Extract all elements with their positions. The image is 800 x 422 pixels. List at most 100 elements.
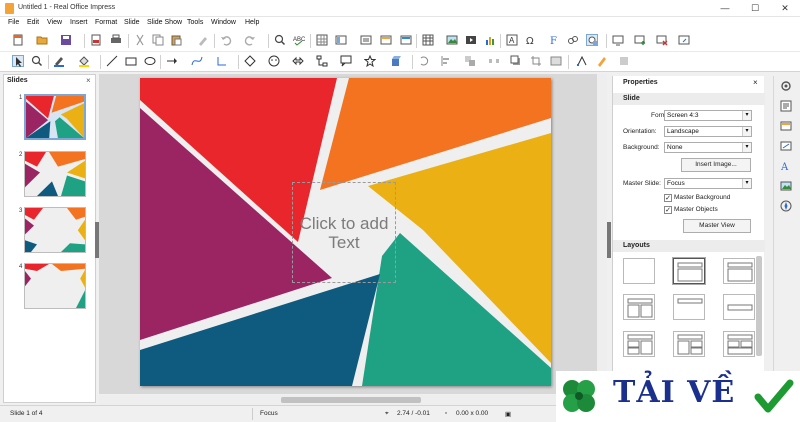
maximize-button[interactable]: ☐ — [740, 0, 770, 17]
menu-slide[interactable]: Slide — [124, 19, 140, 26]
layout-title-only-box[interactable] — [723, 258, 755, 284]
format-select[interactable]: Screen 4:3 ▾ — [664, 110, 752, 121]
menu-view[interactable]: View — [47, 19, 62, 26]
glue-points-icon[interactable] — [596, 55, 608, 67]
document-modified-icon[interactable]: ▣ — [505, 410, 511, 418]
display-views-icon[interactable] — [335, 34, 347, 46]
callouts-icon[interactable] — [340, 55, 352, 67]
sidebar-animation-icon[interactable]: A — [780, 160, 792, 173]
menu-window[interactable]: Window — [211, 19, 236, 26]
select-arrow-icon[interactable] — [12, 55, 24, 67]
copy-icon[interactable] — [152, 34, 164, 46]
current-slide[interactable]: Click to add Text — [140, 78, 551, 386]
3d-objects-icon[interactable] — [390, 55, 402, 67]
line-color-icon[interactable] — [53, 55, 65, 67]
master-view-button[interactable]: Master View — [683, 219, 751, 233]
grid-icon[interactable] — [316, 34, 328, 46]
background-select[interactable]: None ▾ — [664, 142, 752, 153]
connector-icon[interactable] — [216, 55, 228, 67]
properties-scrollbar[interactable] — [756, 256, 762, 356]
layout-two-content[interactable] — [623, 294, 655, 320]
toggle-extrusion-icon[interactable] — [618, 55, 630, 67]
sidebar-slide-transition-icon[interactable] — [780, 140, 792, 152]
sidebar-navigator-icon[interactable] — [780, 200, 792, 212]
rectangle-tool-icon[interactable] — [125, 55, 137, 67]
sidebar-properties-icon[interactable] — [780, 100, 792, 112]
text-placeholder[interactable]: Click to add Text — [292, 182, 396, 283]
flowchart-icon[interactable] — [316, 55, 328, 67]
new-document-icon[interactable] — [12, 34, 24, 46]
menu-tools[interactable]: Tools — [187, 19, 203, 26]
save-icon[interactable] — [60, 34, 72, 46]
slide-layout-icon[interactable] — [678, 34, 690, 46]
new-slide-icon[interactable] — [634, 34, 646, 46]
orientation-select[interactable]: Landscape ▾ — [664, 126, 752, 137]
clone-formatting-icon[interactable] — [197, 34, 209, 46]
layout-title-content[interactable] — [673, 258, 705, 284]
table-icon[interactable] — [422, 34, 434, 46]
master-objects-checkbox[interactable]: ✓ — [664, 206, 672, 214]
slides-pane-close-icon[interactable]: × — [86, 76, 91, 85]
arrow-line-icon[interactable] — [166, 55, 178, 67]
vertical-scrollbar[interactable] — [597, 74, 607, 394]
arrange-icon[interactable] — [464, 55, 476, 67]
slide-thumbnail-3[interactable] — [24, 207, 86, 253]
menu-help[interactable]: Help — [245, 19, 259, 26]
stars-icon[interactable] — [364, 55, 376, 67]
curve-icon[interactable] — [191, 55, 203, 67]
special-character-icon[interactable]: Ω — [525, 34, 537, 46]
line-tool-icon[interactable] — [106, 55, 118, 67]
undo-icon[interactable] — [220, 34, 232, 46]
insert-image-button[interactable]: Insert Image... — [681, 158, 751, 172]
slide-thumbnail-1[interactable] — [24, 94, 86, 140]
minimize-button[interactable]: — — [710, 0, 740, 17]
sidebar-collapse-handle[interactable] — [607, 222, 611, 258]
master-background-checkbox[interactable]: ✓ — [664, 194, 672, 202]
menu-format[interactable]: Format — [95, 19, 117, 26]
sidebar-gallery-icon[interactable] — [780, 180, 792, 192]
properties-close-icon[interactable]: × — [753, 78, 758, 87]
rotate-icon[interactable] — [418, 55, 430, 67]
media-icon[interactable] — [465, 34, 477, 46]
fill-color-icon[interactable] — [78, 55, 90, 67]
slide-thumbnail-2[interactable] — [24, 151, 86, 197]
slide-section-header[interactable]: Slide — [613, 93, 765, 105]
open-folder-icon[interactable] — [36, 34, 48, 46]
layout-centered-text[interactable] — [723, 294, 755, 320]
menu-file[interactable]: File — [8, 19, 19, 26]
find-replace-icon[interactable] — [274, 34, 286, 46]
master-slide-select[interactable]: Focus ▾ — [664, 178, 752, 189]
slide-thumbnail-4[interactable] — [24, 263, 86, 309]
horizontal-scroll-thumb[interactable] — [281, 397, 421, 403]
hyperlink-icon[interactable] — [567, 34, 579, 46]
paste-icon[interactable] — [170, 34, 182, 46]
zoom-icon[interactable] — [31, 55, 43, 67]
shadow-icon[interactable] — [510, 55, 522, 67]
menu-insert[interactable]: Insert — [70, 19, 88, 26]
start-current-icon[interactable] — [400, 34, 412, 46]
crop-icon[interactable] — [530, 55, 542, 67]
layout-title-2content-content[interactable] — [623, 331, 655, 357]
export-pdf-icon[interactable] — [90, 34, 102, 46]
align-icon[interactable] — [440, 55, 452, 67]
chart-icon[interactable] — [484, 34, 496, 46]
symbol-shapes-icon[interactable] — [268, 55, 280, 67]
spelling-icon[interactable]: ABC — [293, 34, 305, 46]
layout-blank[interactable] — [623, 258, 655, 284]
cut-icon[interactable] — [134, 34, 146, 46]
delete-slide-icon[interactable] — [656, 34, 668, 46]
redo-icon[interactable] — [244, 34, 256, 46]
distribute-icon[interactable] — [488, 55, 500, 67]
close-window-button[interactable]: ✕ — [770, 0, 800, 17]
block-arrows-icon[interactable] — [292, 55, 304, 67]
basic-shapes-icon[interactable] — [244, 55, 256, 67]
start-show-icon[interactable] — [380, 34, 392, 46]
filter-icon[interactable] — [550, 55, 562, 67]
sidebar-settings-icon[interactable] — [780, 80, 792, 92]
layouts-section-header[interactable]: Layouts — [613, 240, 765, 252]
menu-edit[interactable]: Edit — [27, 19, 39, 26]
image-icon[interactable] — [446, 34, 458, 46]
menu-slide-show[interactable]: Slide Show — [147, 19, 182, 26]
sidebar-master-slides-icon[interactable] — [780, 120, 792, 132]
layout-title-2content-over-content[interactable] — [723, 331, 755, 357]
